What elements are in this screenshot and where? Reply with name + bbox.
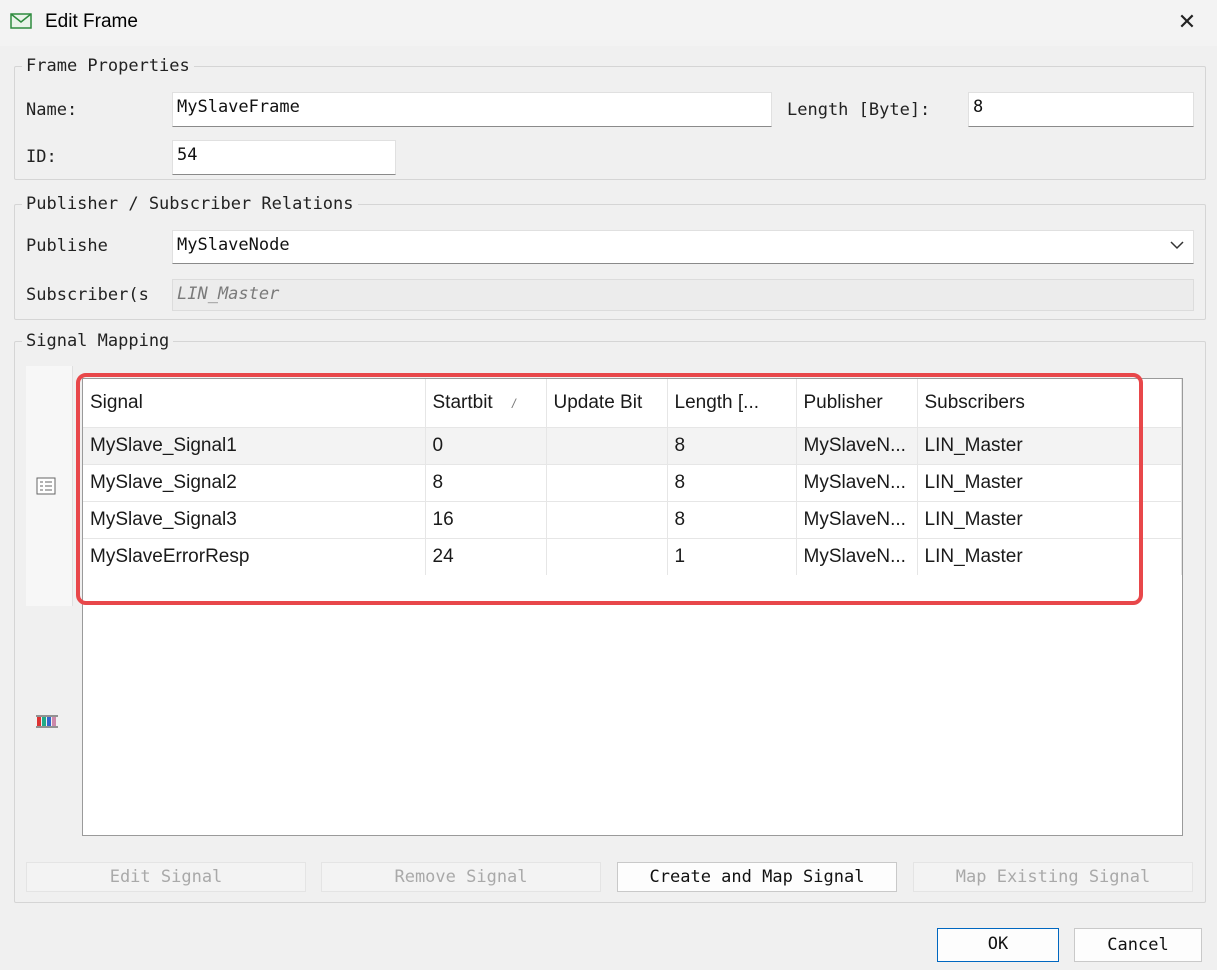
cell-update-bit [546, 464, 668, 502]
cell-length: 8 [667, 464, 797, 502]
cell-startbit: 8 [425, 464, 547, 502]
table-row[interactable]: MySlave_Signal2 8 8 MySlaveN... LIN_Mast… [83, 464, 1182, 502]
column-header-publisher[interactable]: Publisher [796, 379, 918, 428]
ok-button[interactable]: OK [937, 928, 1059, 962]
remove-signal-button[interactable]: Remove Signal [321, 862, 601, 892]
cell-length: 1 [667, 538, 797, 575]
create-and-map-signal-button[interactable]: Create and Map Signal [617, 862, 897, 892]
cell-subscribers: LIN_Master [917, 538, 1182, 575]
publisher-label: Publishe [26, 236, 108, 256]
cell-publisher: MySlaveN... [796, 464, 918, 502]
frame-properties-legend: Frame Properties [22, 56, 194, 76]
cell-publisher: MySlaveN... [796, 427, 918, 465]
cell-publisher: MySlaveN... [796, 501, 918, 539]
column-header-signal[interactable]: Signal [83, 379, 426, 428]
cell-subscribers: LIN_Master [917, 464, 1182, 502]
relations-legend: Publisher / Subscriber Relations [22, 194, 358, 214]
cell-signal: MySlave_Signal3 [83, 501, 426, 539]
sort-indicator-icon: / [511, 396, 516, 411]
name-field[interactable]: MySlaveFrame [172, 92, 772, 127]
signal-table: Signal Startbit / Update Bit Length [...… [83, 379, 1182, 575]
cell-signal: MySlaveErrorResp [83, 538, 426, 575]
signal-sidebar [26, 366, 73, 844]
cell-length: 8 [667, 427, 797, 465]
chevron-down-icon [1170, 241, 1184, 250]
signal-table-container: Signal Startbit / Update Bit Length [...… [82, 378, 1183, 836]
cell-startbit: 16 [425, 501, 547, 539]
cell-signal: MySlave_Signal1 [83, 427, 426, 465]
column-header-startbit[interactable]: Startbit / [425, 379, 547, 428]
subscriber-label: Subscriber(s [26, 285, 149, 305]
cell-signal: MySlave_Signal2 [83, 464, 426, 502]
cell-subscribers: LIN_Master [917, 427, 1182, 465]
length-label: Length [Byte]: [787, 100, 931, 120]
color-bars-icon [36, 715, 58, 728]
cell-startbit: 24 [425, 538, 547, 575]
title-bar: Edit Frame ✕ [0, 0, 1217, 46]
cancel-button[interactable]: Cancel [1074, 928, 1202, 962]
edit-signal-button[interactable]: Edit Signal [26, 862, 306, 892]
table-row[interactable]: MySlaveErrorResp 24 1 MySlaveN... LIN_Ma… [83, 538, 1182, 575]
publisher-value: MySlaveNode [177, 235, 290, 255]
list-view-icon [36, 477, 56, 495]
close-icon[interactable]: ✕ [1172, 8, 1202, 38]
subscriber-field: LIN_Master [172, 279, 1194, 311]
length-field[interactable]: 8 [968, 92, 1194, 127]
cell-length: 8 [667, 501, 797, 539]
frame-icon [10, 13, 32, 29]
cell-update-bit [546, 538, 668, 575]
cell-startbit: 0 [425, 427, 547, 465]
table-row[interactable]: MySlave_Signal3 16 8 MySlaveN... LIN_Mas… [83, 501, 1182, 539]
publisher-dropdown[interactable]: MySlaveNode [172, 230, 1194, 264]
id-field[interactable]: 54 [172, 140, 396, 175]
sidebar-tab-list[interactable] [26, 366, 73, 606]
column-header-subscribers[interactable]: Subscribers [917, 379, 1182, 428]
table-row[interactable]: MySlave_Signal1 0 8 MySlaveN... LIN_Mast… [83, 427, 1182, 465]
window-title: Edit Frame [45, 11, 138, 32]
column-header-update-bit[interactable]: Update Bit [546, 379, 668, 428]
signal-mapping-legend: Signal Mapping [22, 331, 174, 351]
map-existing-signal-button[interactable]: Map Existing Signal [913, 862, 1193, 892]
cell-update-bit [546, 501, 668, 539]
column-header-startbit-label: Startbit [432, 392, 493, 413]
id-label: ID: [26, 147, 57, 167]
name-label: Name: [26, 100, 78, 120]
column-header-length[interactable]: Length [... [667, 379, 797, 428]
table-header-row: Signal Startbit / Update Bit Length [...… [83, 379, 1182, 428]
cell-update-bit [546, 427, 668, 465]
cell-subscribers: LIN_Master [917, 501, 1182, 539]
cell-publisher: MySlaveN... [796, 538, 918, 575]
sidebar-tab-bits[interactable] [26, 610, 72, 844]
